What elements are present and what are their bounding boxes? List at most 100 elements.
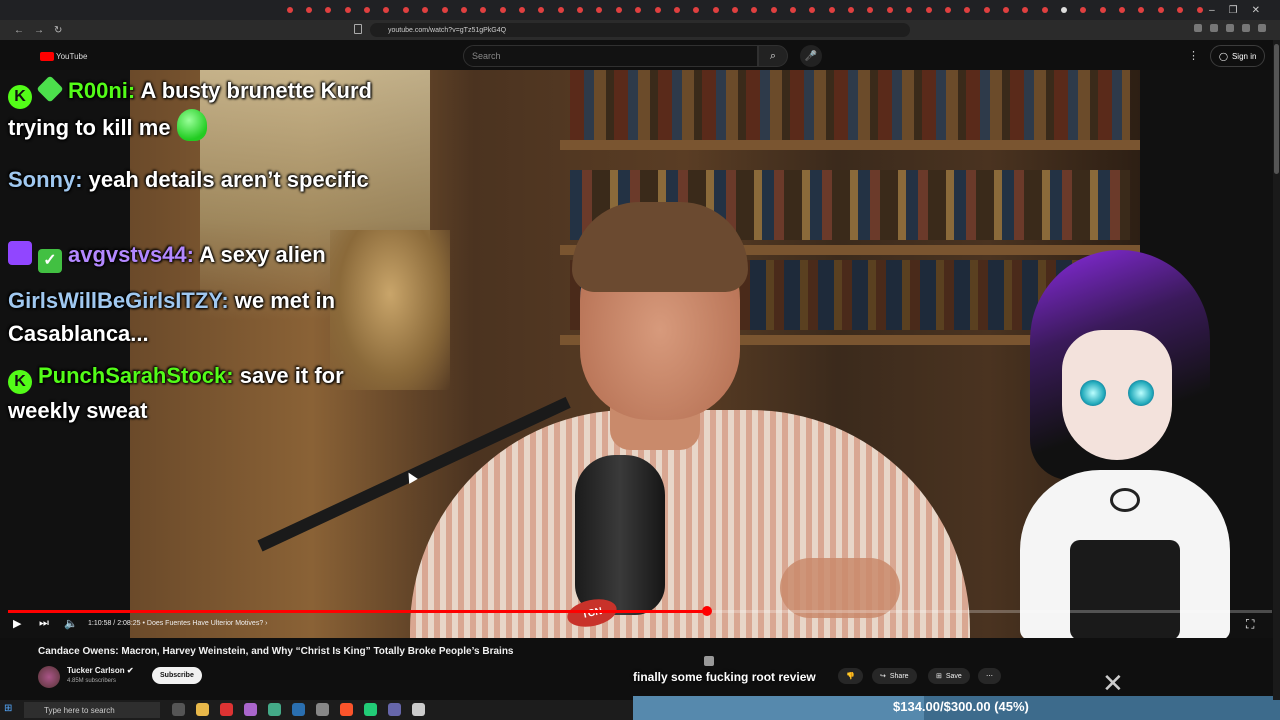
- browser-tab[interactable]: [880, 3, 899, 17]
- browser-tab[interactable]: [822, 3, 841, 17]
- extension-icon[interactable]: [1226, 24, 1234, 32]
- browser-tab[interactable]: [570, 3, 589, 17]
- channel-avatar[interactable]: [38, 666, 60, 688]
- reload-icon[interactable]: ↻: [54, 25, 62, 36]
- chrome-icon[interactable]: [268, 703, 281, 716]
- browser-tab[interactable]: [512, 3, 531, 17]
- browser-tab[interactable]: [764, 3, 783, 17]
- browser-tab[interactable]: [1171, 3, 1190, 17]
- page-scrollbar[interactable]: [1273, 40, 1280, 700]
- app-icon[interactable]: [364, 703, 377, 716]
- browser-tab[interactable]: [977, 3, 996, 17]
- browser-tab[interactable]: [803, 3, 822, 17]
- browser-tab[interactable]: [1016, 3, 1035, 17]
- forward-icon[interactable]: →: [34, 25, 44, 36]
- browser-tab[interactable]: [338, 3, 357, 17]
- browser-tab[interactable]: [628, 3, 647, 17]
- chapter-title[interactable]: • Does Fuentes Have Ulterior Motives? ›: [143, 620, 268, 627]
- microphone-icon[interactable]: 🎤: [800, 45, 822, 67]
- channel-name[interactable]: Tucker Carlson ✔: [67, 666, 134, 675]
- browser-tab[interactable]: [900, 3, 919, 17]
- tab-favicon-icon: [441, 7, 448, 13]
- minimize-icon[interactable]: –: [1209, 5, 1215, 16]
- bookmark-icon[interactable]: [354, 24, 362, 34]
- volume-icon[interactable]: 🔈: [64, 617, 78, 630]
- browser-tab[interactable]: [396, 3, 415, 17]
- browser-tab[interactable]: [377, 3, 396, 17]
- sign-in-button[interactable]: ◯ Sign in: [1210, 45, 1266, 67]
- file-explorer-icon[interactable]: [196, 703, 209, 716]
- donation-goal-fill: [633, 696, 925, 720]
- browser-tab[interactable]: [299, 3, 318, 17]
- app-icon[interactable]: [412, 703, 425, 716]
- browser-tab[interactable]: [1132, 3, 1151, 17]
- browser-tab[interactable]: [280, 3, 299, 17]
- steam-icon[interactable]: [292, 703, 305, 716]
- browser-tab[interactable]: [783, 3, 802, 17]
- browser-tab[interactable]: [648, 3, 667, 17]
- vtuber-avatar: [1000, 210, 1240, 640]
- browser-tab[interactable]: [1054, 3, 1073, 17]
- browser-tab[interactable]: [551, 3, 570, 17]
- extension-icon[interactable]: [1258, 24, 1266, 32]
- browser-tab[interactable]: [725, 3, 744, 17]
- browser-tab[interactable]: [745, 3, 764, 17]
- extension-icon[interactable]: [1194, 24, 1202, 32]
- windows-start-icon[interactable]: ⊞: [4, 703, 12, 714]
- search-icon[interactable]: ⌕: [758, 45, 788, 67]
- extension-icon[interactable]: [1210, 24, 1218, 32]
- app-icon[interactable]: [220, 703, 233, 716]
- url-field[interactable]: youtube.com/watch?v=gTz51gPkG4Q: [370, 23, 910, 37]
- browser-tab[interactable]: [319, 3, 338, 17]
- next-icon[interactable]: ⏭: [39, 617, 49, 630]
- search-input[interactable]: Search: [463, 45, 758, 67]
- save-button[interactable]: ⊞ Save: [928, 668, 970, 684]
- audio-icon[interactable]: [388, 703, 401, 716]
- browser-tab[interactable]: [493, 3, 512, 17]
- browser-tab[interactable]: [1190, 3, 1209, 17]
- browser-tab[interactable]: [435, 3, 454, 17]
- browser-tab[interactable]: [1112, 3, 1131, 17]
- chat-message: K R00ni: A busty brunette Kurd trying to …: [8, 74, 408, 144]
- app-icon[interactable]: [244, 703, 257, 716]
- browser-tab[interactable]: [532, 3, 551, 17]
- browser-tab[interactable]: [1035, 3, 1054, 17]
- close-window-icon[interactable]: ✕: [1252, 5, 1260, 16]
- more-actions-button[interactable]: ⋯: [978, 668, 1001, 684]
- browser-tab[interactable]: [667, 3, 686, 17]
- more-options-icon[interactable]: ⋮: [1188, 49, 1199, 62]
- browser-tab[interactable]: [474, 3, 493, 17]
- browser-tab[interactable]: [357, 3, 376, 17]
- browser-tab[interactable]: [706, 3, 725, 17]
- dislike-button[interactable]: 👎: [838, 668, 863, 684]
- taskbar-search-input[interactable]: Type here to search: [24, 702, 160, 718]
- browser-tab[interactable]: [938, 3, 957, 17]
- browser-tab[interactable]: [958, 3, 977, 17]
- browser-tab[interactable]: [919, 3, 938, 17]
- brave-icon[interactable]: [340, 703, 353, 716]
- browser-tab[interactable]: [454, 3, 473, 17]
- browser-tab[interactable]: [1074, 3, 1093, 17]
- host-hair: [572, 202, 748, 292]
- browser-tab[interactable]: [1093, 3, 1112, 17]
- scrollbar-thumb[interactable]: [1274, 44, 1279, 174]
- browser-tab[interactable]: [861, 3, 880, 17]
- app-icon[interactable]: [316, 703, 329, 716]
- back-icon[interactable]: ←: [14, 25, 24, 36]
- browser-tab[interactable]: [609, 3, 628, 17]
- browser-tab[interactable]: [590, 3, 609, 17]
- extension-icon[interactable]: [1242, 24, 1250, 32]
- browser-tab[interactable]: [841, 3, 860, 17]
- subscribe-button[interactable]: Subscribe: [152, 667, 202, 684]
- seek-bar[interactable]: [8, 606, 1272, 616]
- fullscreen-icon[interactable]: ⛶: [1246, 617, 1254, 632]
- browser-tab[interactable]: [687, 3, 706, 17]
- play-icon[interactable]: ▶: [13, 617, 21, 630]
- browser-tab[interactable]: [1151, 3, 1170, 17]
- maximize-icon[interactable]: ❐: [1229, 5, 1238, 16]
- share-button[interactable]: ↪ Share: [872, 668, 917, 684]
- browser-tab[interactable]: [996, 3, 1015, 17]
- task-view-icon[interactable]: [172, 703, 185, 716]
- youtube-logo[interactable]: YouTube: [40, 52, 87, 61]
- browser-tab[interactable]: [416, 3, 435, 17]
